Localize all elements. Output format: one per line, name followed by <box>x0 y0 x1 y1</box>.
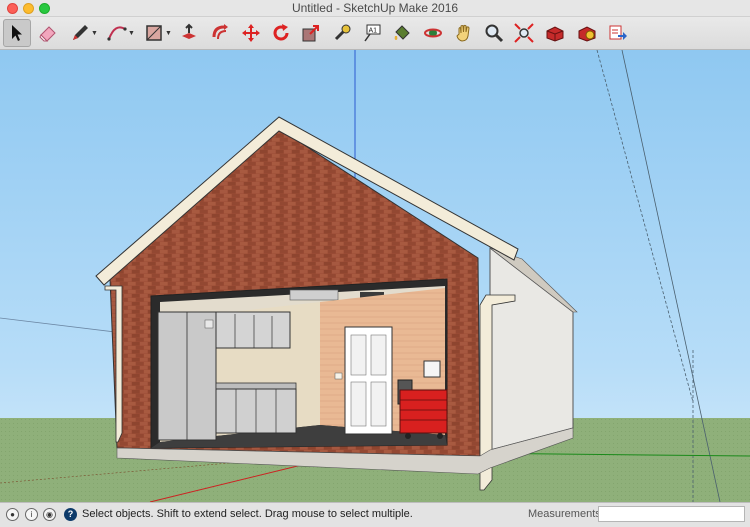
model-scene <box>0 50 750 502</box>
measurements-label: Measurements <box>528 508 601 520</box>
pan-hand-icon <box>456 24 470 42</box>
window-title: Untitled - SketchUp Make 2016 <box>291 1 459 15</box>
door-panel <box>350 334 367 376</box>
status-message: Select objects. Shift to extend select. … <box>82 508 413 520</box>
light-switch <box>334 372 343 380</box>
rectangle-tool-button[interactable] <box>140 19 168 47</box>
zoom-tool-button[interactable] <box>480 19 508 47</box>
tool-chest <box>399 389 448 434</box>
line-tool-button[interactable] <box>66 19 94 47</box>
door-panel <box>350 381 367 427</box>
eraser-icon <box>39 26 56 42</box>
paint-bucket-icon <box>394 25 410 40</box>
tape-measure-tool-button[interactable] <box>328 19 356 47</box>
help-icon[interactable]: ? <box>64 508 77 521</box>
arc-tool-button[interactable] <box>103 19 131 47</box>
3d-warehouse-button[interactable] <box>541 19 569 47</box>
wall-clock <box>423 360 441 378</box>
offset-tool-button[interactable] <box>206 19 234 47</box>
upper-cabinets <box>215 311 291 349</box>
door-panel <box>370 334 387 376</box>
select-arrow-icon <box>12 25 22 41</box>
svg-text:A1: A1 <box>369 28 378 35</box>
rectangle-dropdown-icon[interactable]: ▼ <box>165 30 172 37</box>
zoom-icon <box>485 24 504 43</box>
text-tool-button[interactable]: A1 <box>358 19 386 47</box>
move-tool-button[interactable] <box>237 19 265 47</box>
3d-viewport[interactable] <box>0 50 750 502</box>
scale-tool-button[interactable] <box>297 19 325 47</box>
pan-tool-button[interactable] <box>450 19 478 47</box>
arc-icon <box>107 26 127 41</box>
status-bar: ● i ◉ ? Select objects. Shift to extend … <box>0 502 750 527</box>
measurements-input[interactable] <box>598 506 745 522</box>
push-pull-tool-button[interactable] <box>175 19 203 47</box>
select-tool-button[interactable] <box>3 19 31 47</box>
pencil-icon <box>73 25 88 40</box>
share-model-button[interactable] <box>604 19 632 47</box>
push-pull-icon <box>182 23 196 39</box>
zoom-extents-tool-button[interactable] <box>510 19 538 47</box>
rectangle-icon <box>146 25 162 41</box>
text-icon: A1 <box>364 24 381 42</box>
ceiling-light <box>289 289 339 301</box>
eraser-tool-button[interactable] <box>34 19 62 47</box>
zoom-extents-icon <box>514 23 534 43</box>
share-model-icon <box>609 25 627 40</box>
workbench-counter <box>215 382 297 390</box>
tape-measure-icon <box>334 24 351 41</box>
credits-icon[interactable]: i <box>25 508 38 521</box>
door-panel <box>370 381 387 427</box>
offset-icon <box>212 24 228 40</box>
scale-icon <box>302 25 319 42</box>
orbit-icon <box>424 28 442 38</box>
guide-line <box>596 50 694 403</box>
extension-warehouse-icon <box>578 26 596 42</box>
rotate-icon <box>273 24 289 41</box>
arc-dropdown-icon[interactable]: ▼ <box>128 30 135 37</box>
line-dropdown-icon[interactable]: ▼ <box>91 30 98 37</box>
rotate-tool-button[interactable] <box>267 19 295 47</box>
extension-warehouse-button[interactable] <box>573 19 601 47</box>
user-account-icon[interactable]: ◉ <box>43 508 56 521</box>
toolbar: ▼ ▼ ▼ A1 <box>0 17 750 50</box>
title-bar: Untitled - SketchUp Make 2016 <box>0 0 750 17</box>
move-icon <box>242 24 260 42</box>
orbit-tool-button[interactable] <box>419 19 447 47</box>
warehouse-icon <box>546 26 564 42</box>
paint-bucket-tool-button[interactable] <box>388 19 416 47</box>
geolocation-icon[interactable]: ● <box>6 508 19 521</box>
